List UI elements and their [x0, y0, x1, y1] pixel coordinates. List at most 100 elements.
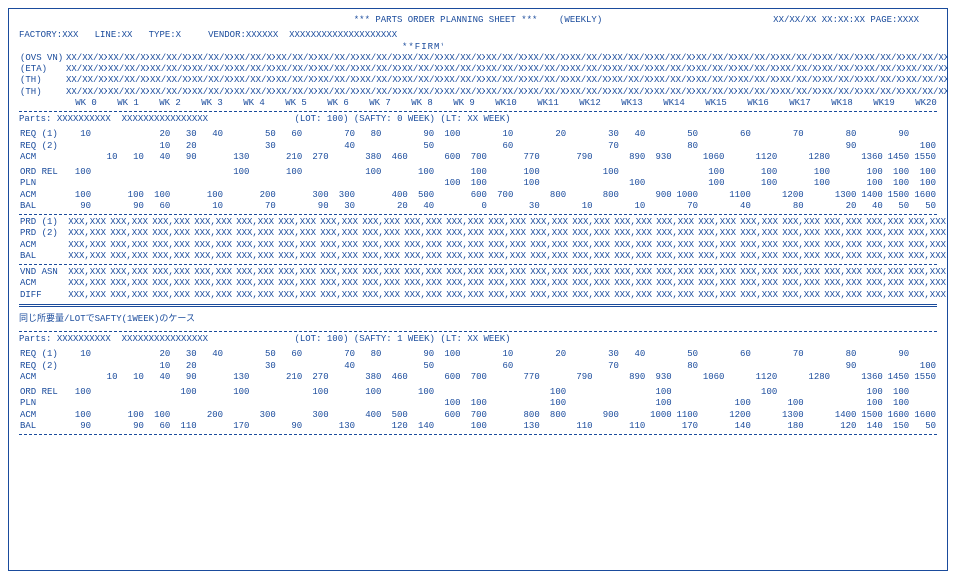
data-cell: XXX,XXX — [191, 278, 233, 289]
data-cell — [462, 129, 488, 140]
data-cell: XXX,XXX — [863, 228, 905, 239]
data-cell — [488, 201, 514, 212]
data-cell: 100 — [857, 178, 883, 189]
data-cell — [277, 398, 303, 409]
data-cell — [277, 190, 303, 201]
data-cell: XXX,XXX — [275, 267, 317, 278]
date-cell: XX/XX/XX — [737, 87, 779, 98]
date-cell: XX/XX/XX — [695, 75, 737, 86]
data-cell: 110 — [171, 421, 197, 432]
data-cell — [673, 372, 699, 383]
data-cell: 80 — [356, 129, 382, 140]
data-cell — [435, 421, 461, 432]
data-cell: XXX,XXX — [695, 251, 737, 262]
data-cell — [330, 372, 356, 383]
report-title: *** PARTS ORDER PLANNING SHEET *** — [354, 15, 538, 25]
data-cell — [66, 372, 92, 383]
data-cell: 10 — [66, 129, 92, 140]
data-cell — [277, 410, 303, 421]
data-cell: 140 — [857, 421, 883, 432]
data-cell — [118, 398, 144, 409]
data-cell: 150 — [884, 421, 910, 432]
lt-info: (LT: XX WEEK) — [440, 334, 510, 345]
date-cell: XX/XX/XX — [527, 53, 569, 64]
data-cell: 100 — [646, 398, 672, 409]
data-cell: 800 — [541, 410, 567, 421]
data-cell: XXX,XXX — [863, 251, 905, 262]
data-cell: 890 — [620, 372, 646, 383]
data-cell: XXX,XXX — [527, 240, 569, 251]
data-cell: 10 — [567, 201, 593, 212]
data-cell: 1000 — [646, 410, 672, 421]
data-cell — [171, 178, 197, 189]
data-cell: 40 — [198, 129, 224, 140]
data-cell — [382, 178, 408, 189]
data-cell: 100 — [910, 361, 937, 372]
wk-cell: WK 4 — [233, 98, 275, 109]
data-cell — [435, 190, 461, 201]
data-cell: 100 — [646, 387, 672, 398]
data-cell: 100 — [805, 178, 831, 189]
data-cell: XXX,XXX — [905, 267, 947, 278]
date-cell: XX/XX/XX — [737, 64, 779, 75]
data-cell: XXX,XXX — [527, 251, 569, 262]
data-cell: 100 — [435, 349, 461, 360]
data-cell: 20 — [831, 201, 857, 212]
data-cell: 10 — [92, 152, 118, 163]
data-cell: 890 — [620, 152, 646, 163]
wk-cell: WK 8 — [401, 98, 443, 109]
data-cell — [462, 349, 488, 360]
data-cell — [66, 361, 92, 372]
data-cell: 30 — [594, 129, 620, 140]
wk-cell: WK 9 — [443, 98, 485, 109]
wk-cell: WK14 — [653, 98, 695, 109]
data-cell: 80 — [673, 361, 699, 372]
data-cell: XXX,XXX — [485, 217, 527, 228]
data-cell — [488, 387, 514, 398]
data-cell — [567, 398, 593, 409]
data-cell: 20 — [171, 361, 197, 372]
firm-mark: **FIRM** — [401, 42, 443, 53]
data-cell — [409, 398, 435, 409]
case2-note: 同じ所要量/LOTでSAFTY(1WEEK)のケース — [19, 314, 937, 325]
date-cell: XX/XX/XX — [611, 75, 653, 86]
wk-cell: WK 3 — [191, 98, 233, 109]
data-cell: 90 — [118, 421, 144, 432]
data-cell: XXX,XXX — [359, 228, 401, 239]
data-cell: 100 — [752, 178, 778, 189]
data-cell: XXX,XXX — [401, 217, 443, 228]
wk-cell: WK12 — [569, 98, 611, 109]
data-cell — [92, 410, 118, 421]
data-cell: 40 — [620, 349, 646, 360]
data-cell — [910, 129, 937, 140]
data-cell — [198, 421, 224, 432]
date-cell: XX/XX/XX — [233, 64, 275, 75]
data-cell — [884, 141, 910, 152]
lot-info: (LOT: 100) — [294, 334, 348, 345]
data-cell: 100 — [884, 387, 910, 398]
title-row: *** PARTS ORDER PLANNING SHEET *** (WEEK… — [19, 15, 937, 26]
data-cell — [250, 421, 276, 432]
data-cell: 80 — [831, 349, 857, 360]
data-cell: 40 — [330, 141, 356, 152]
data-cell: 50 — [884, 201, 910, 212]
data-cell: 100 — [66, 410, 92, 421]
data-cell: XXX,XXX — [401, 251, 443, 262]
data-cell: 180 — [778, 421, 804, 432]
data-cell: XXX,XXX — [149, 290, 191, 301]
data-cell: 1550 — [910, 152, 937, 163]
data-cell — [462, 141, 488, 152]
wk-cell: WK15 — [695, 98, 737, 109]
data-cell — [699, 201, 725, 212]
data-cell: XXX,XXX — [779, 290, 821, 301]
data-cell — [462, 387, 488, 398]
data-cell — [831, 398, 857, 409]
row-label: BAL — [19, 251, 65, 262]
wk-cell: WK20 — [905, 98, 947, 109]
data-cell: XXX,XXX — [653, 267, 695, 278]
data-cell — [224, 190, 250, 201]
data-cell — [831, 372, 857, 383]
data-cell — [303, 361, 329, 372]
data-cell: 80 — [356, 349, 382, 360]
date-cell: XX/XX/XX — [611, 53, 653, 64]
